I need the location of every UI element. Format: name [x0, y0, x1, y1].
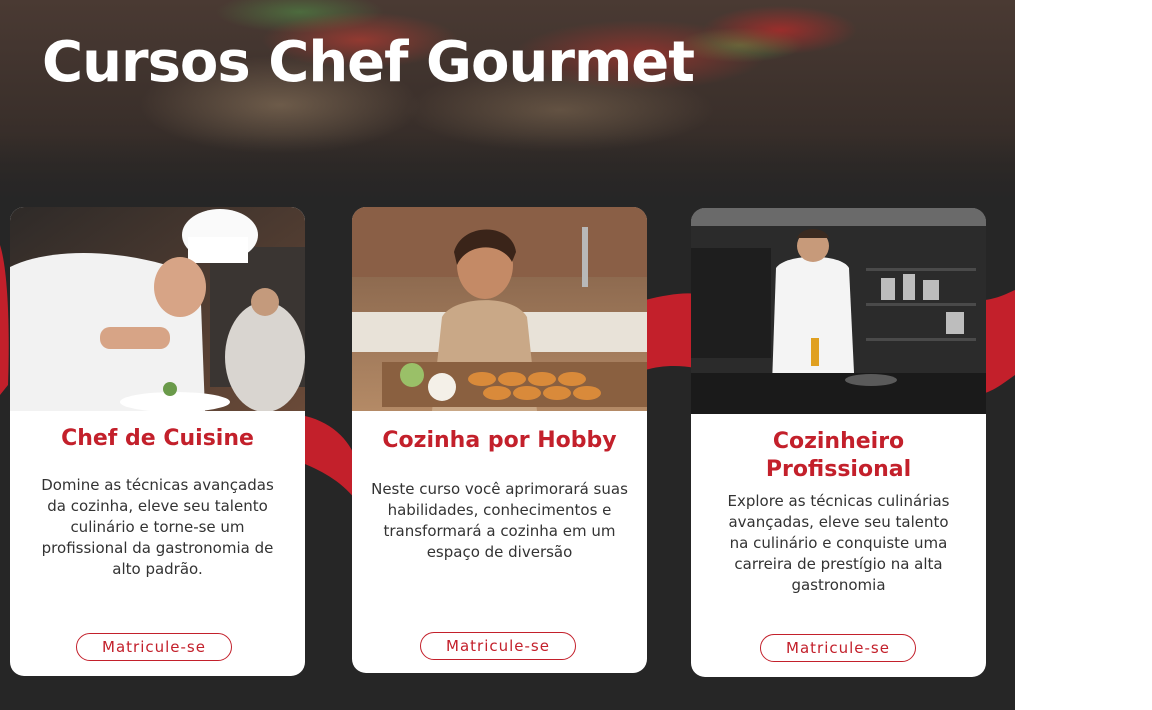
enroll-button-cozinha-por-hobby[interactable]: Matricule-se — [420, 632, 576, 660]
course-title: Cozinheiro Profissional — [765, 429, 912, 482]
course-description: Explore as técnicas culinárias avançadas… — [727, 492, 950, 594]
page-title: Cursos Chef Gourmet — [42, 30, 695, 95]
chef-plating-photo — [10, 207, 305, 411]
course-title: Chef de Cuisine — [61, 426, 254, 451]
course-card-cozinha-por-hobby: Cozinha por Hobby Neste curso você aprim… — [352, 207, 647, 673]
course-description: Domine as técnicas avançadas da cozinha,… — [41, 476, 274, 578]
course-card-chef-de-cuisine: Chef de Cuisine Domine as técnicas avanç… — [10, 207, 305, 676]
chef-in-kitchen-photo — [691, 208, 986, 414]
enroll-button-chef-de-cuisine[interactable]: Matricule-se — [76, 633, 232, 661]
page-section: Cursos Chef Gourmet Chef de Cuisine Domi… — [0, 0, 1015, 710]
woman-preparing-appetizers-photo — [352, 207, 647, 411]
course-card-cozinheiro-profissional: Cozinheiro Profissional Explore as técni… — [691, 208, 986, 677]
course-description: Neste curso você aprimorará suas habilid… — [371, 480, 628, 561]
enroll-button-cozinheiro-profissional[interactable]: Matricule-se — [760, 634, 916, 662]
course-title: Cozinha por Hobby — [382, 428, 617, 453]
